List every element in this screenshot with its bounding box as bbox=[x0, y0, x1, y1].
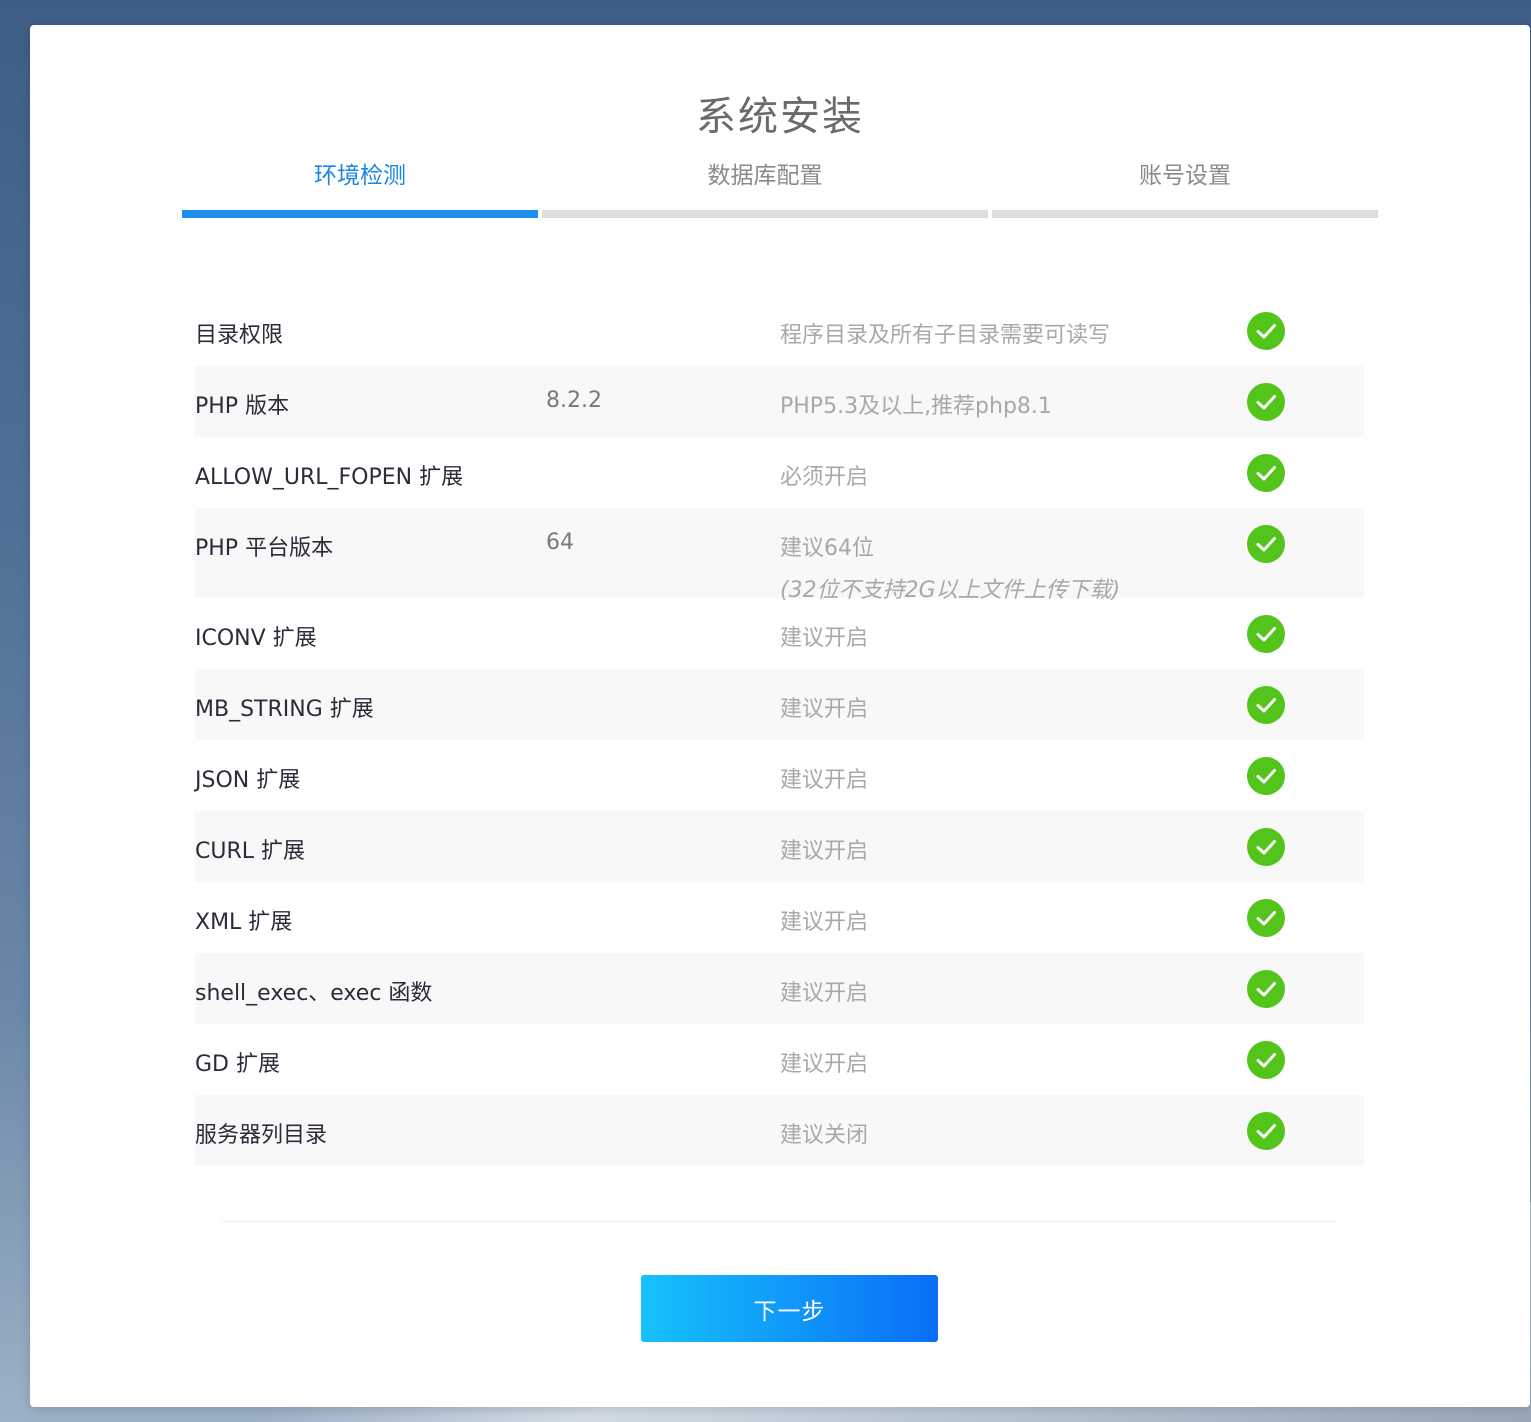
check-circle-icon bbox=[1247, 1041, 1285, 1079]
check-requirement-text: 建议开启 bbox=[780, 697, 869, 722]
check-row: GD 扩展 建议开启 bbox=[195, 1024, 1364, 1095]
environment-check-list: 目录权限 程序目录及所有子目录需要可读写 PHP 版本 8.2.2 PHP5.3及以上,… bbox=[195, 295, 1364, 1166]
check-requirement-text: 建议开启 bbox=[780, 626, 869, 651]
step-label: 数据库配置 bbox=[707, 163, 823, 189]
check-circle-icon bbox=[1247, 454, 1285, 492]
check-row: MB_STRING 扩展 建议开启 bbox=[195, 669, 1364, 740]
check-requirement: 建议开启 bbox=[780, 904, 868, 936]
check-circle-icon bbox=[1247, 970, 1285, 1008]
check-name: JSON 扩展 bbox=[195, 768, 301, 793]
check-requirement-text: 建议开启 bbox=[780, 1052, 869, 1077]
check-requirement-text: 建议64位 bbox=[780, 536, 874, 561]
check-name: 目录权限 bbox=[195, 323, 284, 348]
install-panel: 系统安装 环境检测 数据库配置 账号设置 目录权限 程序目录及所有子目录需要可读写… bbox=[30, 25, 1530, 1407]
check-name: CURL 扩展 bbox=[195, 839, 306, 864]
check-circle-icon bbox=[1247, 899, 1285, 937]
check-requirement-text: 建议关闭 bbox=[780, 1123, 869, 1148]
step-tabs: 环境检测 数据库配置 账号设置 bbox=[182, 160, 1378, 220]
check-requirement: 必须开启 bbox=[780, 459, 868, 491]
check-row: 服务器列目录 建议关闭 bbox=[195, 1095, 1364, 1166]
check-row: PHP 平台版本 64 建议64位 (32位不支持2G以上文件上传下载) bbox=[195, 508, 1364, 603]
check-requirement: 建议开启 bbox=[780, 620, 868, 652]
check-circle-icon bbox=[1247, 312, 1285, 350]
check-row: ALLOW_URL_FOPEN 扩展 必须开启 bbox=[195, 437, 1364, 508]
check-name: ICONV 扩展 bbox=[195, 626, 317, 651]
check-circle-icon bbox=[1247, 615, 1285, 653]
check-requirement: 建议开启 bbox=[780, 1046, 868, 1078]
check-current-value: 8.2.2 bbox=[546, 388, 602, 413]
divider bbox=[222, 1221, 1338, 1222]
check-name: PHP 版本 bbox=[195, 394, 290, 419]
check-row: shell_exec、exec 函数 建议开启 bbox=[195, 953, 1364, 1024]
check-requirement: 程序目录及所有子目录需要可读写 bbox=[780, 317, 1110, 349]
check-row: JSON 扩展 建议开启 bbox=[195, 740, 1364, 811]
check-requirement-text: 建议开启 bbox=[780, 768, 869, 793]
check-name: GD 扩展 bbox=[195, 1052, 280, 1077]
check-requirement: PHP5.3及以上,推荐php8.1 bbox=[780, 388, 1052, 420]
check-circle-icon bbox=[1247, 686, 1285, 724]
step-label: 环境检测 bbox=[314, 163, 406, 189]
check-name: shell_exec、exec 函数 bbox=[195, 981, 433, 1006]
check-name: MB_STRING 扩展 bbox=[195, 697, 374, 722]
check-name: ALLOW_URL_FOPEN 扩展 bbox=[195, 465, 464, 490]
check-requirement-text: 程序目录及所有子目录需要可读写 bbox=[780, 323, 1111, 348]
check-requirement: 建议开启 bbox=[780, 691, 868, 723]
check-requirement-text: 建议开启 bbox=[780, 910, 869, 935]
check-requirement: 建议关闭 bbox=[780, 1117, 868, 1149]
check-circle-icon bbox=[1247, 383, 1285, 421]
check-name: XML 扩展 bbox=[195, 910, 293, 935]
step-account-settings[interactable]: 账号设置 bbox=[992, 160, 1378, 220]
check-circle-icon bbox=[1247, 525, 1285, 563]
check-row: PHP 版本 8.2.2 PHP5.3及以上,推荐php8.1 bbox=[195, 366, 1364, 437]
step-environment-check[interactable]: 环境检测 bbox=[182, 160, 538, 220]
step-database-config[interactable]: 数据库配置 bbox=[542, 160, 988, 220]
check-row: CURL 扩展 建议开启 bbox=[195, 811, 1364, 882]
check-requirement-text: 必须开启 bbox=[780, 465, 869, 490]
check-requirement-text: PHP5.3及以上,推荐php8.1 bbox=[780, 394, 1052, 419]
check-circle-icon bbox=[1247, 1112, 1285, 1150]
check-row: 目录权限 程序目录及所有子目录需要可读写 bbox=[195, 295, 1364, 366]
check-circle-icon bbox=[1247, 757, 1285, 795]
check-name: PHP 平台版本 bbox=[195, 536, 334, 561]
check-requirement: 建议开启 bbox=[780, 762, 868, 794]
check-row: XML 扩展 建议开启 bbox=[195, 882, 1364, 953]
check-requirement: 建议开启 bbox=[780, 833, 868, 865]
check-row: ICONV 扩展 建议开启 bbox=[195, 598, 1364, 669]
step-label: 账号设置 bbox=[1139, 163, 1231, 189]
check-circle-icon bbox=[1247, 828, 1285, 866]
check-name: 服务器列目录 bbox=[195, 1123, 328, 1148]
step-progress-bar bbox=[992, 210, 1378, 218]
check-requirement-text: 建议开启 bbox=[780, 839, 869, 864]
check-requirement: 建议64位 (32位不支持2G以上文件上传下载) bbox=[780, 530, 1120, 604]
page-title: 系统安装 bbox=[696, 94, 864, 140]
step-progress-bar bbox=[542, 210, 988, 218]
check-requirement-text: 建议开启 bbox=[780, 981, 869, 1006]
next-step-button[interactable]: 下一步 bbox=[641, 1275, 938, 1342]
check-current-value: 64 bbox=[546, 530, 574, 555]
step-progress-bar bbox=[182, 210, 538, 218]
check-requirement: 建议开启 bbox=[780, 975, 868, 1007]
